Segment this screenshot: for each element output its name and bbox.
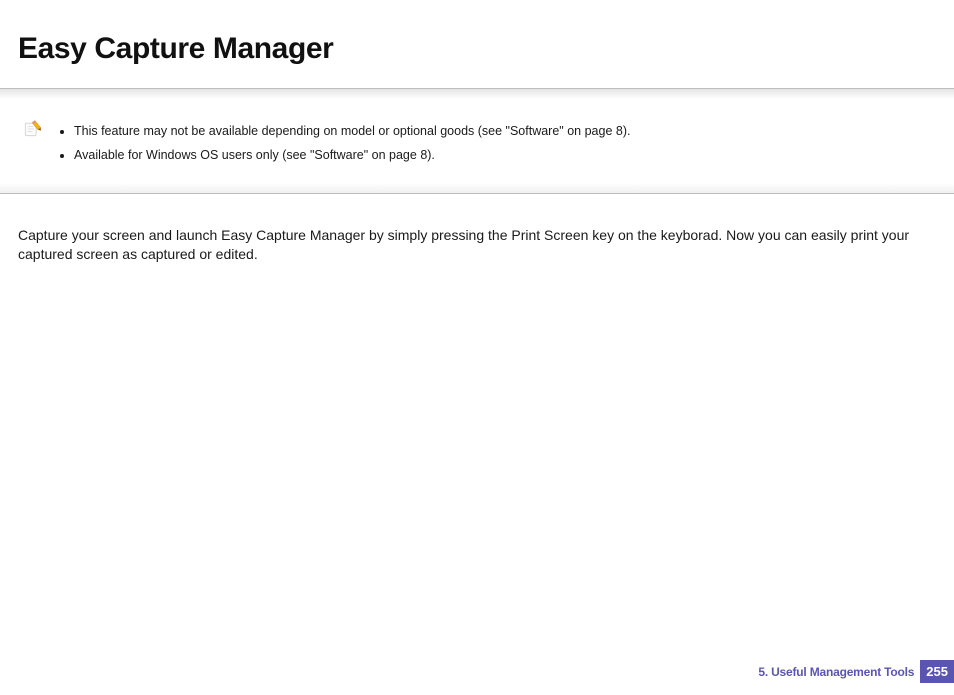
page-title: Easy Capture Manager [0,20,954,68]
body-text: Capture your screen and launch Easy Capt… [0,208,954,264]
note-icon [22,118,42,140]
note-block: This feature may not be available depend… [0,100,954,182]
note-item: This feature may not be available depend… [74,120,630,144]
footer: 5. Useful Management Tools 255 [758,660,954,683]
note-list: This feature may not be available depend… [54,120,630,168]
footer-chapter: 5. Useful Management Tools [758,665,920,679]
footer-page-number: 255 [920,660,954,683]
note-rule [0,182,954,194]
note-item: Available for Windows OS users only (see… [74,144,630,168]
title-rule [0,88,954,100]
page: Easy Capture Manager T [0,20,954,695]
